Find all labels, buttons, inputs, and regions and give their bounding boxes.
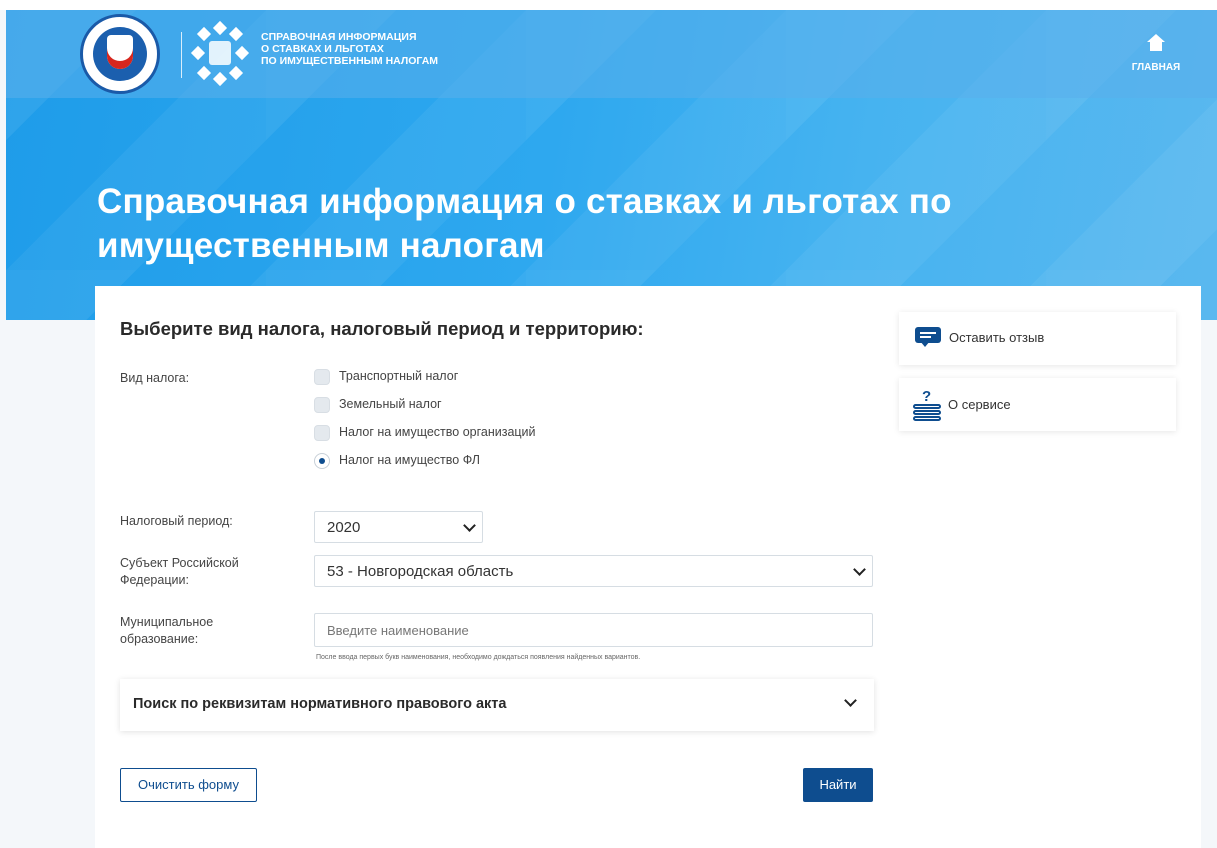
municipality-hint: После ввода первых букв наименования, не… <box>316 654 641 661</box>
service-name[interactable]: Справочная информация о ставках и льгота… <box>261 31 521 67</box>
radio-selected[interactable] <box>314 453 330 469</box>
chevron-down-icon <box>853 563 866 576</box>
tax-option-label: Транспортный налог <box>339 369 459 383</box>
tax-option-label: Налог на имущество организаций <box>339 425 536 439</box>
find-button[interactable]: Найти <box>803 768 873 802</box>
period-value: 2020 <box>327 519 361 536</box>
home-label: ГЛАВНАЯ <box>1131 62 1181 73</box>
clear-form-button[interactable]: Очистить форму <box>120 768 257 802</box>
service-name-line-1: Справочная информация <box>261 31 417 43</box>
region-value: 53 - Новгородская область <box>327 563 514 580</box>
fns-emblem-icon[interactable] <box>80 14 160 94</box>
about-label: О сервисе <box>948 397 1011 412</box>
tax-type-label: Вид налога: <box>120 371 190 385</box>
municipality-input[interactable]: Введите наименование <box>314 613 873 647</box>
books-question-icon: ? <box>911 388 943 422</box>
region-select[interactable]: 53 - Новгородская область <box>314 555 873 587</box>
page-title-line-1: Справочная информация о ставках и льгота… <box>97 182 952 221</box>
page-title: Справочная информация о ставках и льгота… <box>97 180 1097 268</box>
feedback-label: Оставить отзыв <box>949 330 1045 345</box>
site-header: Справочная информация о ставках и льгота… <box>6 10 1217 98</box>
period-select[interactable]: 2020 <box>314 511 483 543</box>
hero-banner: Справочная информация о ставках и льгота… <box>6 10 1217 320</box>
home-icon <box>1147 34 1165 51</box>
chevron-down-icon[interactable] <box>844 694 857 707</box>
act-search-accordion[interactable]: Поиск по реквизитам нормативного правово… <box>120 679 874 731</box>
service-logo-icon[interactable] <box>190 20 250 87</box>
top-strip <box>0 0 1217 10</box>
period-label: Налоговый период: <box>120 514 233 528</box>
logo-divider <box>181 32 182 78</box>
accordion-title: Поиск по реквизитам нормативного правово… <box>133 696 507 712</box>
chevron-down-icon <box>463 519 476 532</box>
tax-option-label: Земельный налог <box>339 397 442 411</box>
tax-option-label: Налог на имущество ФЛ <box>339 453 480 467</box>
service-name-line-2: о ставках и льготах <box>261 43 384 55</box>
home-link[interactable]: ГЛАВНАЯ <box>1121 34 1191 74</box>
form-heading: Выберите вид налога, налоговый период и … <box>120 318 644 339</box>
service-name-line-3: по имущественным налогам <box>261 55 439 67</box>
feedback-link[interactable]: Оставить отзыв <box>899 312 1176 365</box>
checkbox[interactable] <box>314 425 330 441</box>
checkbox[interactable] <box>314 397 330 413</box>
region-label: Субъект Российской Федерации: <box>120 556 239 587</box>
municipality-placeholder: Введите наименование <box>327 623 469 638</box>
feedback-bubble-icon <box>915 327 941 347</box>
about-link[interactable]: ? О сервисе <box>899 378 1176 431</box>
municipality-label: Муниципальное образование: <box>120 615 214 646</box>
page-title-line-2: имущественным налогам <box>97 226 545 265</box>
checkbox[interactable] <box>314 369 330 385</box>
